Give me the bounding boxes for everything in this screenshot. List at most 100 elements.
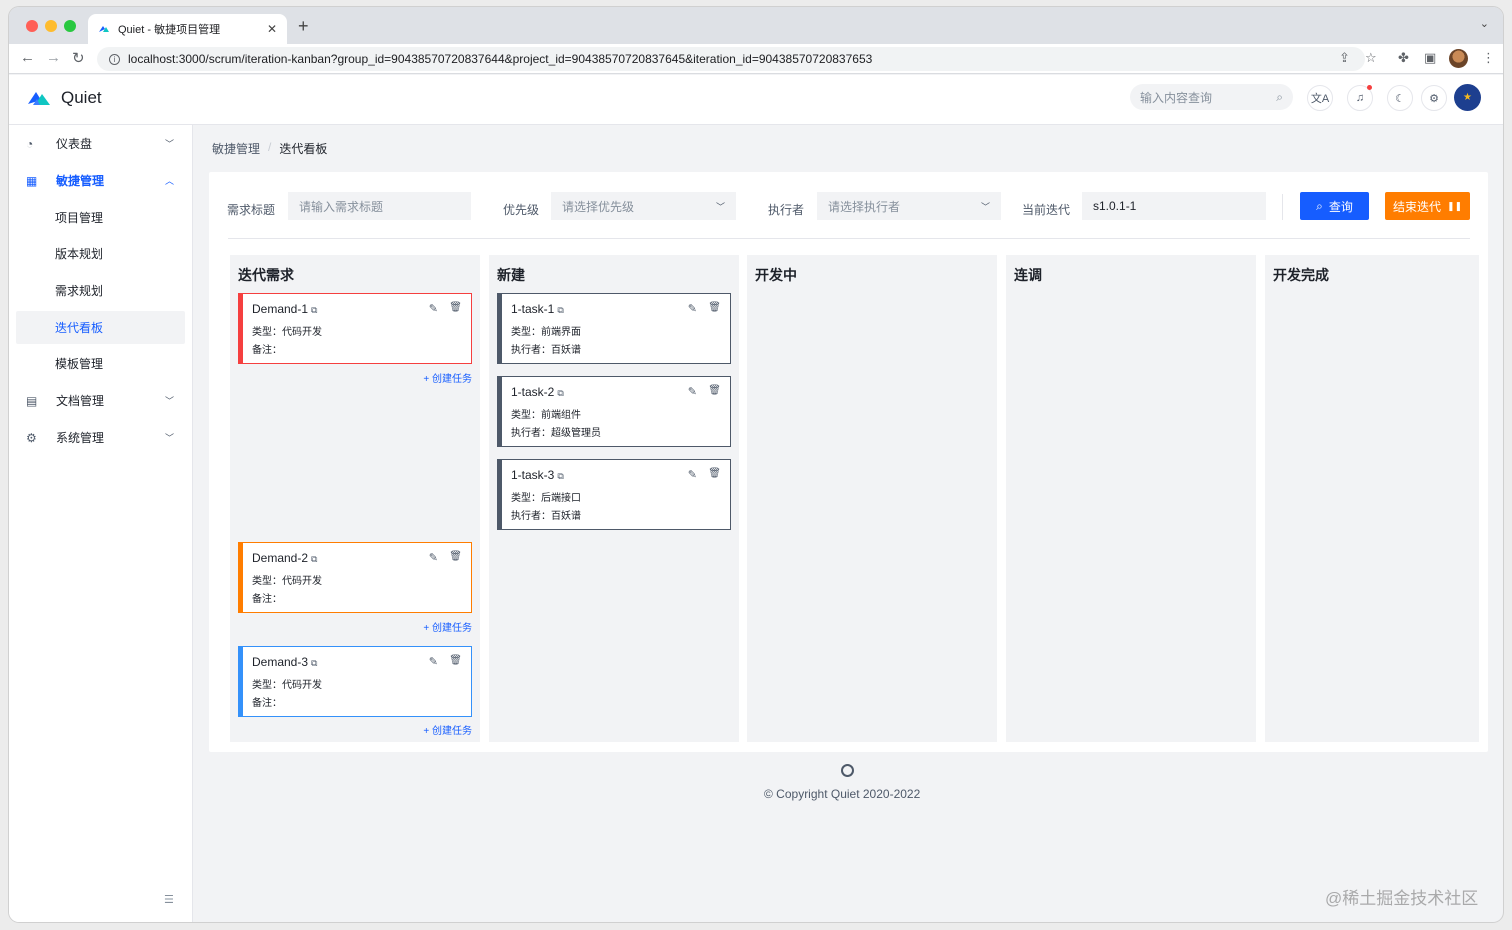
title-filter-placeholder: 请输入需求标题 <box>299 199 384 214</box>
sidepanel-icon[interactable]: ▣ <box>1424 50 1436 66</box>
site-info-icon[interactable]: i <box>109 53 120 65</box>
chevron-down-icon: ﹀ <box>164 396 174 406</box>
current-iteration-value: s1.0.1-1 <box>1093 199 1137 213</box>
tab-title: Quiet - 敏捷项目管理 <box>118 24 221 36</box>
global-search-input[interactable]: 输入内容查询 ⌕ <box>1130 84 1293 110</box>
maximize-window-button[interactable] <box>64 20 76 32</box>
delete-icon[interactable]: 🗑 <box>708 302 721 313</box>
card-title[interactable]: Demand-3 ⧉ <box>252 655 317 669</box>
end-iteration-button[interactable]: 结束迭代 ❚❚ <box>1385 192 1470 220</box>
address-bar[interactable]: i localhost:3000/scrum/iteration-kanban?… <box>97 47 1365 71</box>
copy-icon[interactable]: ⧉ <box>557 388 563 398</box>
sidebar-item-version-plan[interactable]: 版本规划 <box>16 237 185 270</box>
copy-icon[interactable]: ⧉ <box>557 305 563 315</box>
watermark: @稀土掘金技术社区 <box>1325 889 1479 908</box>
task-card[interactable]: 1-task-1 ⧉ ✎ 🗑 类型：前端界面 执行者：百妖谱 <box>497 293 731 364</box>
collapse-sidebar-icon[interactable]: ☰ <box>164 893 174 906</box>
kanban-column-done: 开发完成 <box>1265 255 1479 742</box>
card-title[interactable]: Demand-2 ⧉ <box>252 551 317 565</box>
demand-card[interactable]: Demand-2 ⧉ ✎ 🗑 类型：代码开发 备注： <box>238 542 472 613</box>
card-title[interactable]: Demand-1 ⧉ <box>252 302 317 316</box>
quiet-favicon-icon <box>99 26 109 32</box>
gear-icon: ⚙ <box>26 430 37 445</box>
edit-icon[interactable]: ✎ <box>688 302 697 315</box>
sidebar-item-label: 项目管理 <box>55 211 104 225</box>
dashboard-icon: ◔ <box>26 136 34 151</box>
edit-icon[interactable]: ✎ <box>429 655 438 668</box>
github-icon[interactable] <box>841 764 854 777</box>
copy-icon[interactable]: ⧉ <box>311 305 317 315</box>
gear-icon[interactable]: ⚙ <box>1421 85 1447 111</box>
sidebar-item-dashboard[interactable]: ◔ 仪表盘 ﹀ <box>16 127 185 160</box>
search-button[interactable]: ⌕ 查询 <box>1300 192 1369 220</box>
reload-icon[interactable]: ↻ <box>72 49 85 67</box>
forward-arrow-icon[interactable]: → <box>46 49 61 66</box>
delete-icon[interactable]: 🗑 <box>449 655 462 666</box>
edit-icon[interactable]: ✎ <box>429 302 438 315</box>
create-task-link[interactable]: + 创建任务 <box>423 619 472 634</box>
priority-filter-label: 优先级 <box>503 203 540 217</box>
task-card[interactable]: 1-task-3 ⧉ ✎ 🗑 类型：后端接口 执行者：百妖谱 <box>497 459 731 530</box>
close-window-button[interactable] <box>26 20 38 32</box>
current-iteration-field[interactable]: s1.0.1-1 <box>1082 192 1266 220</box>
grid-icon: ▦ <box>26 173 38 188</box>
tab-search-chevron-icon[interactable]: ⌄ <box>1480 17 1489 30</box>
bell-icon[interactable]: ♫ <box>1347 85 1373 111</box>
tab-close-icon[interactable]: ✕ <box>267 22 277 36</box>
sidebar-item-label: 模板管理 <box>55 357 104 371</box>
executor-select[interactable]: 请选择执行者 ﹀ <box>817 192 1001 220</box>
edit-icon[interactable]: ✎ <box>429 551 438 564</box>
card-title[interactable]: 1-task-1 ⧉ <box>511 302 564 316</box>
kanban-column-integration: 连调 <box>1006 255 1256 742</box>
breadcrumb-item[interactable]: 敏捷管理 <box>212 140 260 157</box>
share-icon[interactable]: ⇪ <box>1339 50 1350 66</box>
card-type: 类型：代码开发 <box>252 327 322 338</box>
back-arrow-icon[interactable]: ← <box>20 49 35 66</box>
delete-icon[interactable]: 🗑 <box>708 385 721 396</box>
sidebar-item-templates[interactable]: 模板管理 <box>16 347 185 380</box>
card-title[interactable]: 1-task-3 ⧉ <box>511 468 564 482</box>
card-title[interactable]: 1-task-2 ⧉ <box>511 385 564 399</box>
executor-filter-label: 执行者 <box>768 203 805 217</box>
edit-icon[interactable]: ✎ <box>688 468 697 481</box>
sidebar-item-iteration-kanban[interactable]: 迭代看板 <box>16 311 185 344</box>
priority-select[interactable]: 请选择优先级 ﹀ <box>551 192 736 220</box>
new-tab-button[interactable]: + <box>298 16 309 37</box>
edit-icon[interactable]: ✎ <box>688 385 697 398</box>
card-type: 类型：代码开发 <box>252 576 322 587</box>
create-task-link[interactable]: + 创建任务 <box>423 722 472 737</box>
search-icon: ⌕ <box>1316 198 1323 213</box>
sidebar-item-label: 需求规划 <box>55 284 104 298</box>
sidebar-item-projects[interactable]: 项目管理 <box>16 201 185 234</box>
bookmark-star-icon[interactable]: ☆ <box>1365 50 1377 66</box>
user-avatar[interactable]: ★ <box>1454 84 1481 111</box>
delete-icon[interactable]: 🗑 <box>449 302 462 313</box>
sidebar-item-agile[interactable]: ▦ 敏捷管理 ︿ <box>16 164 185 197</box>
kanban-column-in-dev: 开发中 <box>747 255 997 742</box>
delete-icon[interactable]: 🗑 <box>708 468 721 479</box>
card-executor: 执行者：超级管理员 <box>511 428 601 439</box>
sidebar-item-label: 版本规划 <box>55 247 104 261</box>
moon-icon[interactable]: ☾ <box>1387 85 1413 111</box>
demand-card[interactable]: Demand-1 ⧉ ✎ 🗑 类型：代码开发 备注： <box>238 293 472 364</box>
minimize-window-button[interactable] <box>45 20 57 32</box>
title-filter-input[interactable]: 请输入需求标题 <box>288 192 471 220</box>
copy-icon[interactable]: ⧉ <box>311 554 317 564</box>
kanban-column-demands: 迭代需求 Demand-1 ⧉ ✎ 🗑 类型：代码开发 备注： + 创建任务 De… <box>230 255 480 742</box>
browser-menu-icon[interactable]: ⋮ <box>1482 50 1495 66</box>
copy-icon[interactable]: ⧉ <box>557 471 563 481</box>
create-task-link[interactable]: + 创建任务 <box>423 370 472 385</box>
delete-icon[interactable]: 🗑 <box>449 551 462 562</box>
profile-avatar[interactable] <box>1449 49 1468 68</box>
sidebar-item-label: 仪表盘 <box>56 137 93 151</box>
sidebar-item-documents[interactable]: ▤ 文档管理 ﹀ <box>16 384 185 417</box>
copy-icon[interactable]: ⧉ <box>311 658 317 668</box>
sidebar-item-system[interactable]: ⚙ 系统管理 ﹀ <box>16 421 185 454</box>
translate-icon[interactable]: 文A <box>1307 85 1333 111</box>
extensions-puzzle-icon[interactable]: ✤ <box>1398 50 1409 66</box>
task-card[interactable]: 1-task-2 ⧉ ✎ 🗑 类型：前端组件 执行者：超级管理员 <box>497 376 731 447</box>
sidebar-item-demand-plan[interactable]: 需求规划 <box>16 274 185 307</box>
browser-tab[interactable]: Quiet - 敏捷项目管理 ✕ <box>88 14 287 44</box>
demand-card[interactable]: Demand-3 ⧉ ✎ 🗑 类型：代码开发 备注： <box>238 646 472 717</box>
search-icon[interactable]: ⌕ <box>1276 90 1283 105</box>
